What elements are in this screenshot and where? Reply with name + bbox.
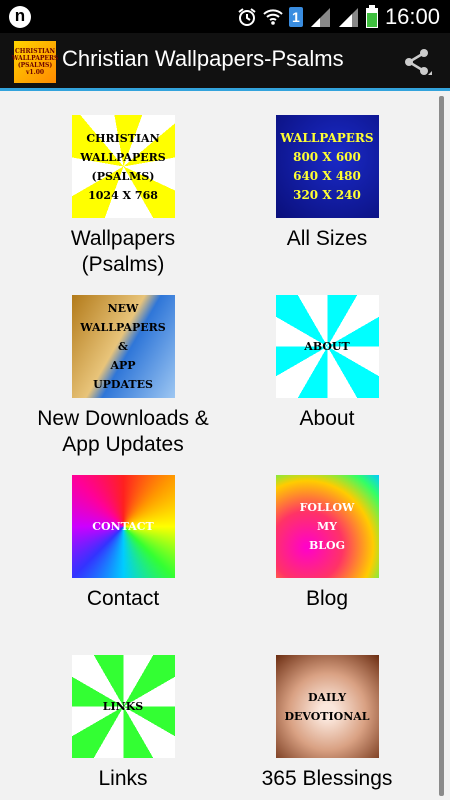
contact-thumbnail[interactable]: CONTACT bbox=[71, 475, 175, 578]
all-sizes-thumbnail[interactable]: WALLPAPERS 800 X 600 640 X 480 320 X 240 bbox=[275, 115, 379, 218]
thumb-text: APP bbox=[110, 359, 136, 372]
blog-thumbnail[interactable]: FOLLOW MY BLOG bbox=[275, 475, 379, 578]
signal-icon bbox=[310, 7, 330, 27]
tile-label-line: Links bbox=[98, 767, 148, 790]
tile-label[interactable]: All Sizes bbox=[222, 226, 432, 252]
share-icon[interactable] bbox=[402, 47, 432, 77]
thumb-text: FOLLOW bbox=[299, 501, 355, 514]
thumb-text: 1024 X 768 bbox=[88, 188, 158, 202]
clock: 16:00 bbox=[384, 3, 440, 29]
tile-contact[interactable]: CONTACT Contact bbox=[18, 475, 228, 612]
tile-links[interactable]: LINKS Links bbox=[18, 655, 228, 792]
thumb-text: CONTACT bbox=[92, 520, 154, 533]
thumb-text: BLOG bbox=[308, 539, 345, 552]
thumb-text: WALLPAPERS bbox=[80, 321, 166, 334]
tile-label[interactable]: Contact bbox=[18, 586, 228, 612]
tile-365-blessings[interactable]: DAILY DEVOTIONAL 365 Blessings bbox=[222, 655, 432, 792]
thumb-text: WALLPAPERS bbox=[80, 150, 166, 164]
tile-label[interactable]: 365 Blessings bbox=[222, 766, 432, 792]
app-icon-text: WALLPAPERS bbox=[11, 55, 59, 62]
tile-label-line: All Sizes bbox=[286, 227, 368, 250]
tile-label-line: App Updates bbox=[62, 433, 184, 456]
daily-devotional-thumbnail[interactable]: DAILY DEVOTIONAL bbox=[275, 655, 379, 758]
tile-about[interactable]: ABOUT About bbox=[222, 295, 432, 432]
thumb-text: WALLPAPERS bbox=[280, 130, 374, 145]
tile-label-line: Contact bbox=[86, 587, 160, 610]
scrollbar[interactable] bbox=[439, 96, 444, 796]
action-bar: CHRISTIAN WALLPAPERS (PSALMS) v1.00 Chri… bbox=[0, 33, 450, 91]
app-title: Christian Wallpapers-Psalms bbox=[62, 46, 344, 71]
app-icon-text: v1.00 bbox=[25, 69, 45, 76]
tile-label[interactable]: Wallpapers (Psalms) bbox=[18, 226, 228, 278]
tile-label-line: New Downloads & bbox=[37, 407, 209, 430]
thumb-text: UPDATES bbox=[93, 378, 153, 391]
tile-wallpapers-psalms[interactable]: CHRISTIAN WALLPAPERS (PSALMS) 1024 X 768… bbox=[18, 115, 228, 278]
app-icon-text: (PSALMS) bbox=[17, 62, 53, 69]
tile-all-sizes[interactable]: WALLPAPERS 800 X 600 640 X 480 320 X 240… bbox=[222, 115, 432, 252]
alarm-icon bbox=[238, 7, 256, 26]
thumb-text: MY bbox=[316, 520, 338, 533]
thumb-text: 800 X 600 bbox=[293, 149, 361, 164]
thumb-text: LINKS bbox=[102, 700, 144, 713]
tile-new-downloads[interactable]: NEW WALLPAPERS & APP UPDATES New Downloa… bbox=[18, 295, 228, 458]
tile-label[interactable]: Links bbox=[18, 766, 228, 792]
links-thumbnail[interactable]: LINKS bbox=[71, 655, 175, 758]
thumb-text: CHRISTIAN bbox=[86, 131, 160, 145]
signal-icon-2 bbox=[338, 7, 358, 27]
new-downloads-thumbnail[interactable]: NEW WALLPAPERS & APP UPDATES bbox=[71, 295, 175, 398]
tile-label-line: Wallpapers bbox=[70, 227, 176, 250]
n-app-icon: n bbox=[9, 6, 31, 28]
wifi-icon bbox=[263, 8, 283, 25]
thumb-text: (PSALMS) bbox=[91, 169, 155, 183]
tile-label[interactable]: Blog bbox=[222, 586, 432, 612]
app-icon[interactable]: CHRISTIAN WALLPAPERS (PSALMS) v1.00 bbox=[11, 41, 59, 83]
tile-blog[interactable]: FOLLOW MY BLOG Blog bbox=[222, 475, 432, 612]
tile-label-line: 365 Blessings bbox=[261, 767, 393, 790]
tile-label-line: Blog bbox=[305, 587, 349, 610]
thumb-text: & bbox=[118, 340, 128, 353]
tile-label[interactable]: About bbox=[222, 406, 432, 432]
tile-label-line: About bbox=[299, 407, 355, 430]
status-bar: n 1 16:00 bbox=[0, 0, 450, 33]
app-icon-text: CHRISTIAN bbox=[15, 48, 55, 55]
about-thumbnail[interactable]: ABOUT bbox=[275, 295, 379, 398]
thumb-text: ABOUT bbox=[304, 340, 350, 353]
battery-icon bbox=[365, 4, 378, 28]
thumb-text: 320 X 240 bbox=[293, 187, 361, 202]
thumb-text: 640 X 480 bbox=[293, 168, 361, 183]
tile-label[interactable]: New Downloads & App Updates bbox=[18, 406, 228, 458]
tile-label-line: (Psalms) bbox=[81, 253, 165, 276]
wallpapers-thumbnail[interactable]: CHRISTIAN WALLPAPERS (PSALMS) 1024 X 768 bbox=[71, 115, 175, 218]
thumb-text: DEVOTIONAL bbox=[284, 709, 370, 723]
sim-badge-icon: 1 bbox=[288, 6, 303, 27]
thumb-text: NEW bbox=[107, 302, 139, 315]
thumb-text: DAILY bbox=[307, 690, 347, 704]
